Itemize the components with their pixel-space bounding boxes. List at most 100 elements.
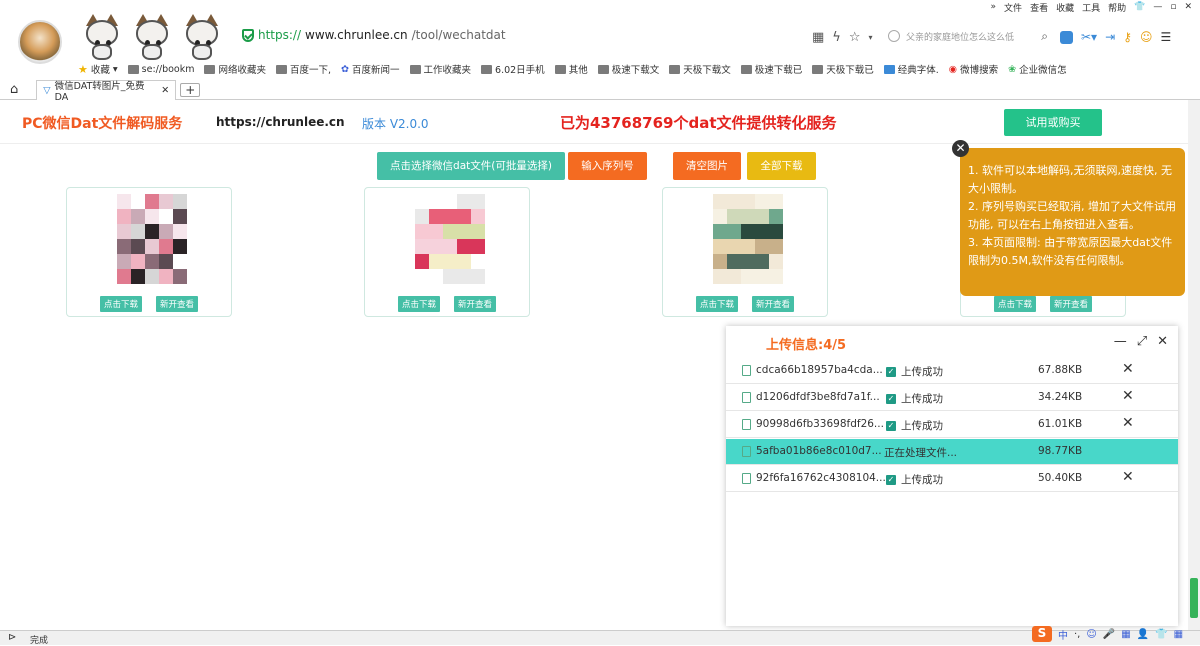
ime-punct[interactable]: ·, (1074, 629, 1080, 640)
bookmark-folder[interactable]: 天极下载文 (669, 62, 731, 76)
bookmark-folder[interactable]: 天极下载已 (812, 62, 874, 76)
scrollbar[interactable] (1188, 100, 1200, 630)
minimize-icon[interactable]: — (1114, 334, 1127, 349)
minimize-button[interactable]: — (1153, 2, 1162, 12)
chevron-down-icon[interactable]: ▾ (869, 33, 873, 42)
profile-avatar[interactable] (18, 20, 62, 64)
expand-icon[interactable]: ⤢ (1137, 334, 1147, 349)
cat-skin-decoration (80, 12, 224, 60)
translate-icon[interactable] (1060, 30, 1073, 44)
new-tab-button[interactable]: + (180, 82, 201, 97)
maximize-button[interactable]: ▫ (1170, 2, 1176, 12)
serial-button[interactable]: 输入序列号 (568, 152, 647, 180)
remove-icon[interactable]: ✕ (1122, 388, 1134, 404)
close-tab-icon[interactable]: ✕ (161, 85, 169, 96)
bookmark-item[interactable]: se://bookm (127, 64, 194, 75)
card-view-button[interactable]: 新开查看 (752, 296, 795, 312)
close-tip-icon[interactable]: ✕ (952, 140, 969, 157)
remove-icon[interactable]: ✕ (1122, 361, 1134, 377)
bookmark-label: 微博搜索 (960, 65, 999, 76)
scissors-icon[interactable]: ✂▾ (1081, 30, 1097, 44)
file-name: 5afba01b86e8c010d7... (756, 445, 882, 457)
clear-images-button[interactable]: 清空图片 (673, 152, 741, 180)
qr-icon[interactable]: ▦ (812, 30, 824, 45)
bookmark-item[interactable]: 网络收藏夹 (204, 62, 266, 76)
user-icon[interactable]: 👤 (1137, 629, 1149, 640)
url-host: www.chrunlee.cn (305, 28, 408, 42)
upload-status: 上传成功 (901, 393, 943, 405)
shield-icon (242, 28, 254, 42)
upload-row: cdca66b18957ba4cda... ✓ 上传成功 67.88KB ✕ (726, 358, 1178, 384)
search-input[interactable]: 父亲的家庭地位怎么这么低 (906, 30, 1014, 43)
file-icon (742, 418, 751, 430)
page-icon (883, 64, 895, 74)
home-icon[interactable]: ⌂ (10, 82, 18, 97)
remove-icon[interactable]: ✕ (1122, 415, 1134, 431)
menu-help[interactable]: 帮助 (1108, 1, 1126, 14)
key-icon[interactable]: ⚷ (1123, 30, 1132, 44)
menu-file[interactable]: 文件 (1004, 1, 1022, 14)
select-files-button[interactable]: 点击选择微信dat文件(可批量选择) (377, 152, 565, 180)
close-icon[interactable]: ✕ (1157, 334, 1168, 349)
mic-icon[interactable]: 🎤 (1103, 629, 1115, 640)
upload-status: 上传成功 (901, 474, 943, 486)
sidebar-toggle-icon[interactable]: ⊳ (8, 632, 16, 643)
bookmark-folder[interactable]: 极速下载已 (740, 62, 802, 76)
menu-more[interactable]: » (991, 2, 997, 12)
bookmark-item[interactable]: 经典字体. (883, 62, 939, 76)
card-download-button[interactable]: 点击下载 (397, 296, 440, 312)
grid-icon[interactable]: ▦ (1174, 629, 1183, 640)
emoji-icon[interactable]: ☺ (1086, 629, 1096, 640)
bookmark-folder[interactable]: 6.02日手机 (481, 62, 545, 76)
card-download-button[interactable]: 点击下载 (99, 296, 142, 312)
upload-status: 上传成功 (901, 366, 943, 378)
search-icon[interactable]: ⌕ (1041, 29, 1048, 44)
card-view-button[interactable]: 新开查看 (156, 296, 199, 312)
try-buy-button[interactable]: 试用或购买 (1004, 109, 1102, 136)
menu-icon[interactable]: ☰ (1160, 30, 1171, 44)
bookmark-favorites[interactable]: ★ 收藏 ▾ (78, 62, 118, 77)
card-download-button[interactable]: 点击下载 (993, 296, 1036, 312)
keyboard-icon[interactable]: ▦ (1121, 629, 1130, 640)
close-window-button[interactable]: ✕ (1184, 2, 1192, 12)
card-view-button[interactable]: 新开查看 (1050, 296, 1093, 312)
bookmark-item[interactable]: ❀ 企业微信怎 (1008, 62, 1066, 77)
bookmark-label: 工作收藏夹 (423, 65, 472, 76)
menu-tools[interactable]: 工具 (1082, 1, 1100, 14)
scrollbar-thumb[interactable] (1190, 578, 1198, 618)
tab-wechatdat[interactable]: ▽ 微信DAT转图片_免费DA ✕ (36, 79, 177, 103)
skin-icon[interactable]: 👕 (1155, 629, 1167, 640)
site-link[interactable]: https://chrunlee.cn (216, 115, 345, 129)
login-icon[interactable]: ⇥ (1105, 30, 1115, 44)
folder-icon (812, 64, 824, 74)
sogou-icon[interactable]: S (1032, 626, 1052, 642)
file-name: cdca66b18957ba4cda... (756, 364, 883, 376)
bookmark-item[interactable]: ◉ 微博搜索 (949, 62, 999, 77)
bookmark-item[interactable]: 百度一下, (276, 62, 331, 76)
search-box[interactable]: 父亲的家庭地位怎么这么低 ⌕ (888, 27, 1048, 45)
card-download-button[interactable]: 点击下载 (695, 296, 738, 312)
star-icon[interactable]: ☆ (849, 30, 861, 45)
bookmark-folder[interactable]: 极速下载文 (597, 62, 659, 76)
bookmark-item[interactable]: ✿ 百度新闻一 (341, 62, 399, 77)
page-icon (276, 64, 287, 74)
image-thumbnail[interactable] (415, 194, 485, 284)
image-thumbnail[interactable] (117, 194, 187, 284)
menu-view[interactable]: 查看 (1030, 1, 1048, 14)
file-name: 92f6fa16762c4308104... (756, 472, 886, 484)
menu-favorites[interactable]: 收藏 (1056, 1, 1074, 14)
bookmark-folder[interactable]: 其他 (554, 62, 588, 76)
lightning-icon[interactable]: ϟ (832, 30, 841, 45)
card-view-button[interactable]: 新开查看 (454, 296, 497, 312)
download-all-button[interactable]: 全部下载 (747, 152, 816, 180)
address-bar[interactable]: https://www.chrunlee.cn/tool/wechatdat (242, 28, 506, 42)
file-name: d1206dfdf3be8fd7a1f... (756, 391, 880, 403)
emoji-icon[interactable]: ☺ (1140, 30, 1153, 44)
status-text: 完成 (30, 636, 49, 646)
ime-lang[interactable]: 中 (1058, 627, 1068, 642)
image-thumbnail[interactable] (713, 194, 783, 284)
bookmark-folder[interactable]: 工作收藏夹 (409, 62, 472, 76)
shirt-icon[interactable]: 👕 (1134, 2, 1145, 12)
chevron-down-icon: ▾ (112, 63, 118, 75)
remove-icon[interactable]: ✕ (1122, 469, 1134, 485)
